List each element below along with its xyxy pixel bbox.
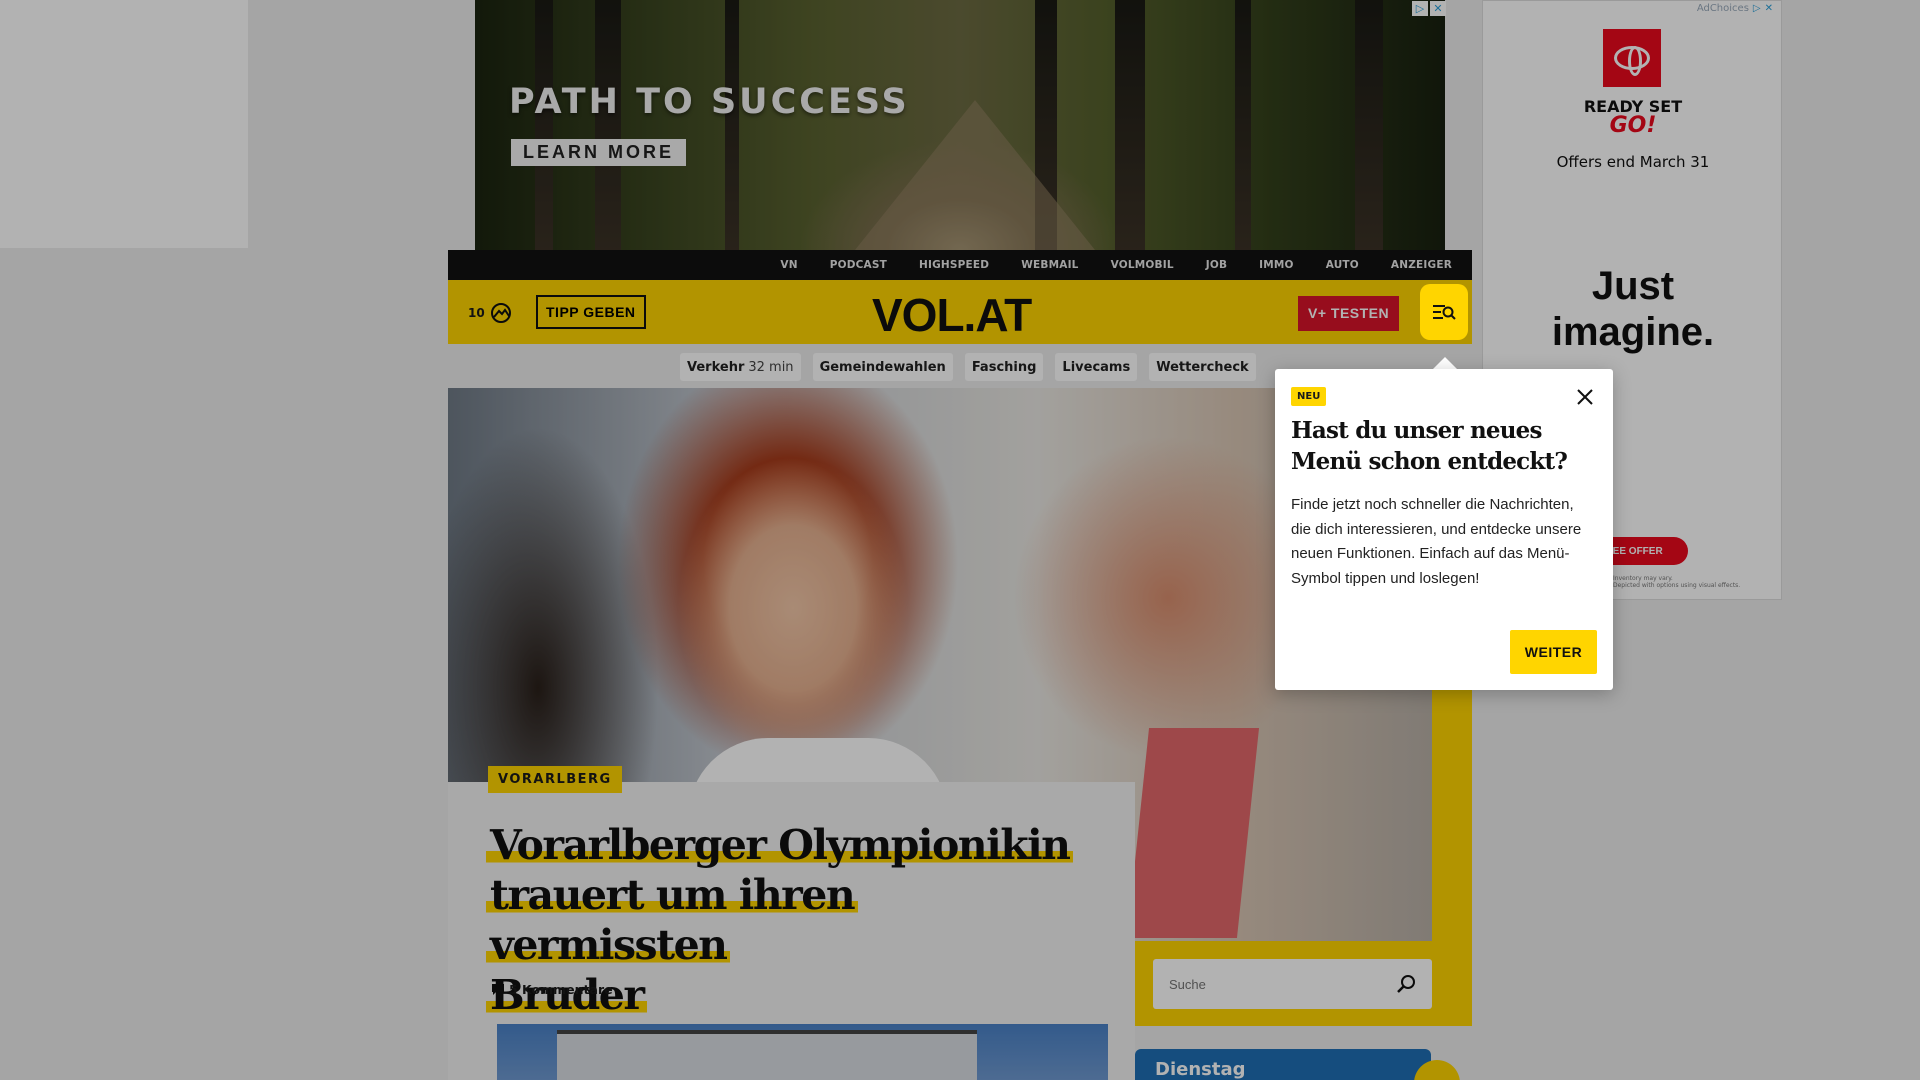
menu-search-button-highlight[interactable]	[1422, 286, 1466, 338]
popover-arrow	[1433, 357, 1457, 369]
menu-search-icon	[1433, 305, 1456, 320]
new-menu-popover: NEU Hast du unser neues Menü schon entde…	[1275, 369, 1613, 690]
popover-close-button[interactable]	[1573, 385, 1597, 409]
new-badge: NEU	[1291, 387, 1327, 406]
close-icon	[1577, 389, 1593, 405]
modal-overlay[interactable]	[0, 0, 1920, 1080]
weiter-button[interactable]: WEITER	[1510, 630, 1597, 674]
left-ad-slot	[0, 0, 248, 248]
popover-title: Hast du unser neues Menü schon entdeckt?	[1291, 417, 1568, 475]
popover-body: Finde jetzt noch schneller die Nachricht…	[1291, 496, 1582, 587]
